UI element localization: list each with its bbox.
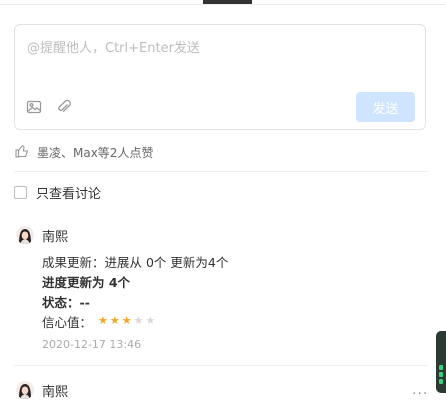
confidence-label: 信心值： [42, 315, 93, 330]
signal-bar [439, 365, 443, 370]
comment-composer[interactable]: @提醒他人，Ctrl+Enter发送 发送 [14, 24, 426, 130]
filter-label: 只查看讨论 [36, 187, 102, 202]
confidence-rating: ★ ★ ★ ★ ★ [98, 314, 155, 328]
star-filled-icon: ★ [109, 314, 120, 327]
comment-author[interactable]: 南熙 [42, 226, 68, 245]
checkbox[interactable] [14, 186, 27, 199]
comment-author[interactable]: 南熙 [42, 381, 68, 400]
star-empty-icon: ★ [133, 314, 144, 327]
signal-bar [439, 372, 443, 377]
divider [14, 365, 428, 366]
image-icon[interactable] [25, 98, 43, 116]
comment-input-placeholder[interactable]: @提醒他人，Ctrl+Enter发送 [27, 37, 200, 56]
divider [0, 4, 446, 5]
filter-discussion-only[interactable]: 只查看讨论 [14, 183, 101, 202]
star-empty-icon: ★ [145, 314, 156, 327]
thumbs-up-icon[interactable] [15, 144, 29, 161]
attachment-icon[interactable] [55, 98, 73, 116]
star-filled-icon: ★ [121, 314, 132, 327]
comment-status: 状态：-- [42, 295, 90, 310]
floating-side-widget[interactable] [436, 331, 446, 393]
signal-bar [439, 379, 443, 384]
comment-result-update: 成果更新：进展从 0个 更新为4个 [42, 255, 229, 270]
star-filled-icon: ★ [98, 314, 108, 327]
likes-text: 墨凌、Max等2人点赞 [37, 146, 154, 160]
send-button[interactable]: 发送 [356, 92, 415, 122]
comment-timestamp: 2020-12-17 13:46 [42, 338, 142, 351]
divider [14, 171, 428, 172]
likes-summary[interactable]: 墨凌、Max等2人点赞 [15, 144, 153, 161]
comment-progress-update: 进度更新为 4个 [42, 275, 131, 290]
avatar[interactable] [16, 381, 34, 399]
avatar[interactable] [16, 226, 34, 244]
